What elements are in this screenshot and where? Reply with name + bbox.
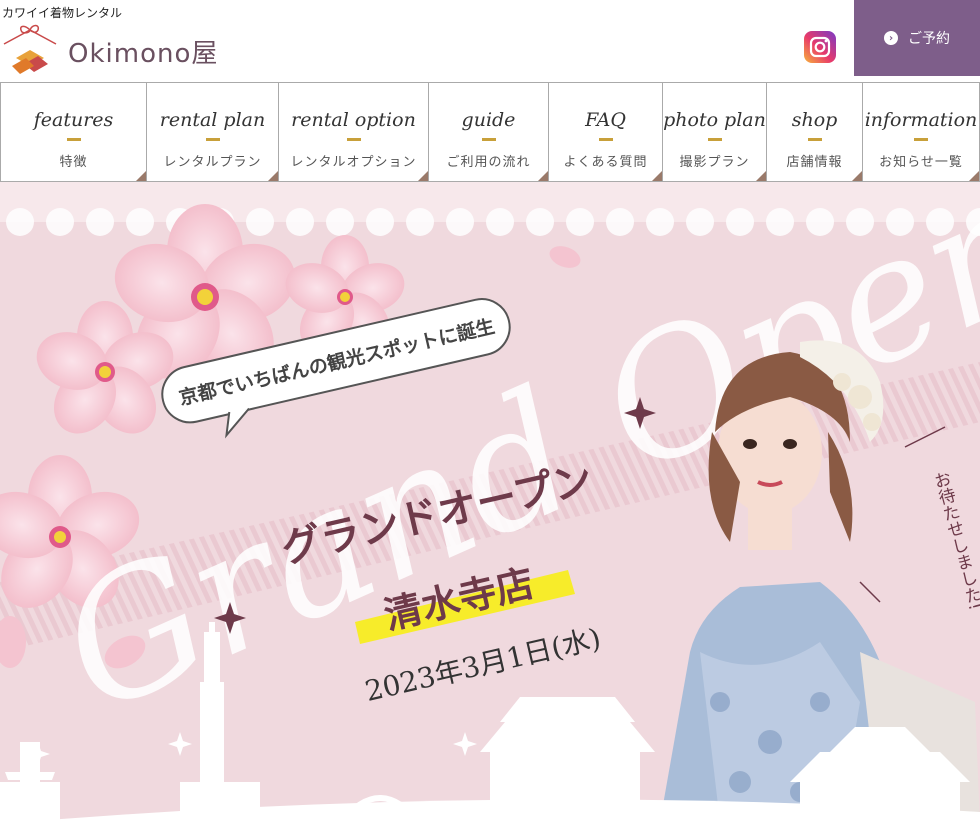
nav-label-ja: 店舗情報: [786, 155, 843, 170]
nav-item-photo-plan[interactable]: photo plan 撮影プラン: [662, 83, 766, 181]
nav-item-features[interactable]: features 特徴: [0, 83, 146, 181]
nav-label-ja: レンタルオプション: [290, 155, 417, 170]
nav-underline: [481, 138, 496, 141]
hero-artwork: Grand Open 京都でいちばんの観光スポットに誕生 グランドオープン 清水…: [0, 182, 980, 824]
nav-item-rental-option[interactable]: rental option レンタルオプション: [278, 83, 428, 181]
nav-label-ja: レンタルプラン: [163, 155, 262, 170]
nav-corner-mark: [756, 171, 766, 181]
nav-item-guide[interactable]: guide ご利用の流れ: [428, 83, 548, 181]
nav-label-en: features: [33, 109, 114, 131]
reserve-label: ご予約: [908, 31, 950, 47]
nav-underline: [707, 138, 722, 141]
nav-item-shop[interactable]: shop 店舗情報: [766, 83, 862, 181]
nav-corner-mark: [418, 171, 428, 181]
nav-label-en: rental option: [291, 109, 416, 131]
nav-corner-mark: [852, 171, 862, 181]
instagram-icon[interactable]: [804, 31, 836, 63]
nav-corner-mark: [268, 171, 278, 181]
nav-item-faq[interactable]: FAQ よくある質問: [548, 83, 662, 181]
reserve-button[interactable]: › ご予約: [854, 0, 980, 76]
site-tagline: カワイイ着物レンタル: [2, 6, 123, 20]
nav-underline: [598, 138, 613, 141]
nav-item-rental-plan[interactable]: rental plan レンタルプラン: [146, 83, 278, 181]
nav-underline: [66, 138, 81, 141]
nav-label-en: rental plan: [159, 109, 266, 131]
logo-mark-icon: [3, 24, 57, 74]
nav-label-en: shop: [791, 109, 838, 131]
nav-underline: [205, 138, 220, 141]
nav-label-ja: ご利用の流れ: [446, 155, 531, 170]
hero-banner[interactable]: Grand Open 京都でいちばんの観光スポットに誕生 グランドオープン 清水…: [0, 182, 980, 824]
nav-label-ja: 特徴: [59, 155, 88, 170]
nav-item-information[interactable]: information お知らせ一覧: [862, 83, 980, 181]
nav-corner-mark: [652, 171, 662, 181]
nav-underline: [914, 138, 928, 141]
site-header: カワイイ着物レンタル Okimono屋 › ご予約: [0, 0, 980, 82]
nav-corner-mark: [969, 171, 979, 181]
nav-label-en: information: [864, 109, 978, 131]
nav-underline: [807, 138, 822, 141]
nav-underline: [346, 138, 361, 141]
nav-label-en: photo plan: [663, 109, 766, 131]
logo-text: Okimono屋: [68, 38, 219, 69]
nav-label-ja: お知らせ一覧: [879, 155, 963, 170]
nav-corner-mark: [136, 171, 146, 181]
nav-label-en: FAQ: [585, 109, 626, 131]
site-logo[interactable]: Okimono屋: [2, 24, 218, 78]
nav-corner-mark: [538, 171, 548, 181]
main-nav: features 特徴 rental plan レンタルプラン rental o…: [0, 82, 980, 182]
chevron-right-icon: ›: [884, 31, 898, 45]
nav-label-ja: 撮影プラン: [679, 155, 750, 170]
nav-label-ja: よくある質問: [563, 155, 648, 170]
nav-label-en: guide: [461, 109, 516, 131]
